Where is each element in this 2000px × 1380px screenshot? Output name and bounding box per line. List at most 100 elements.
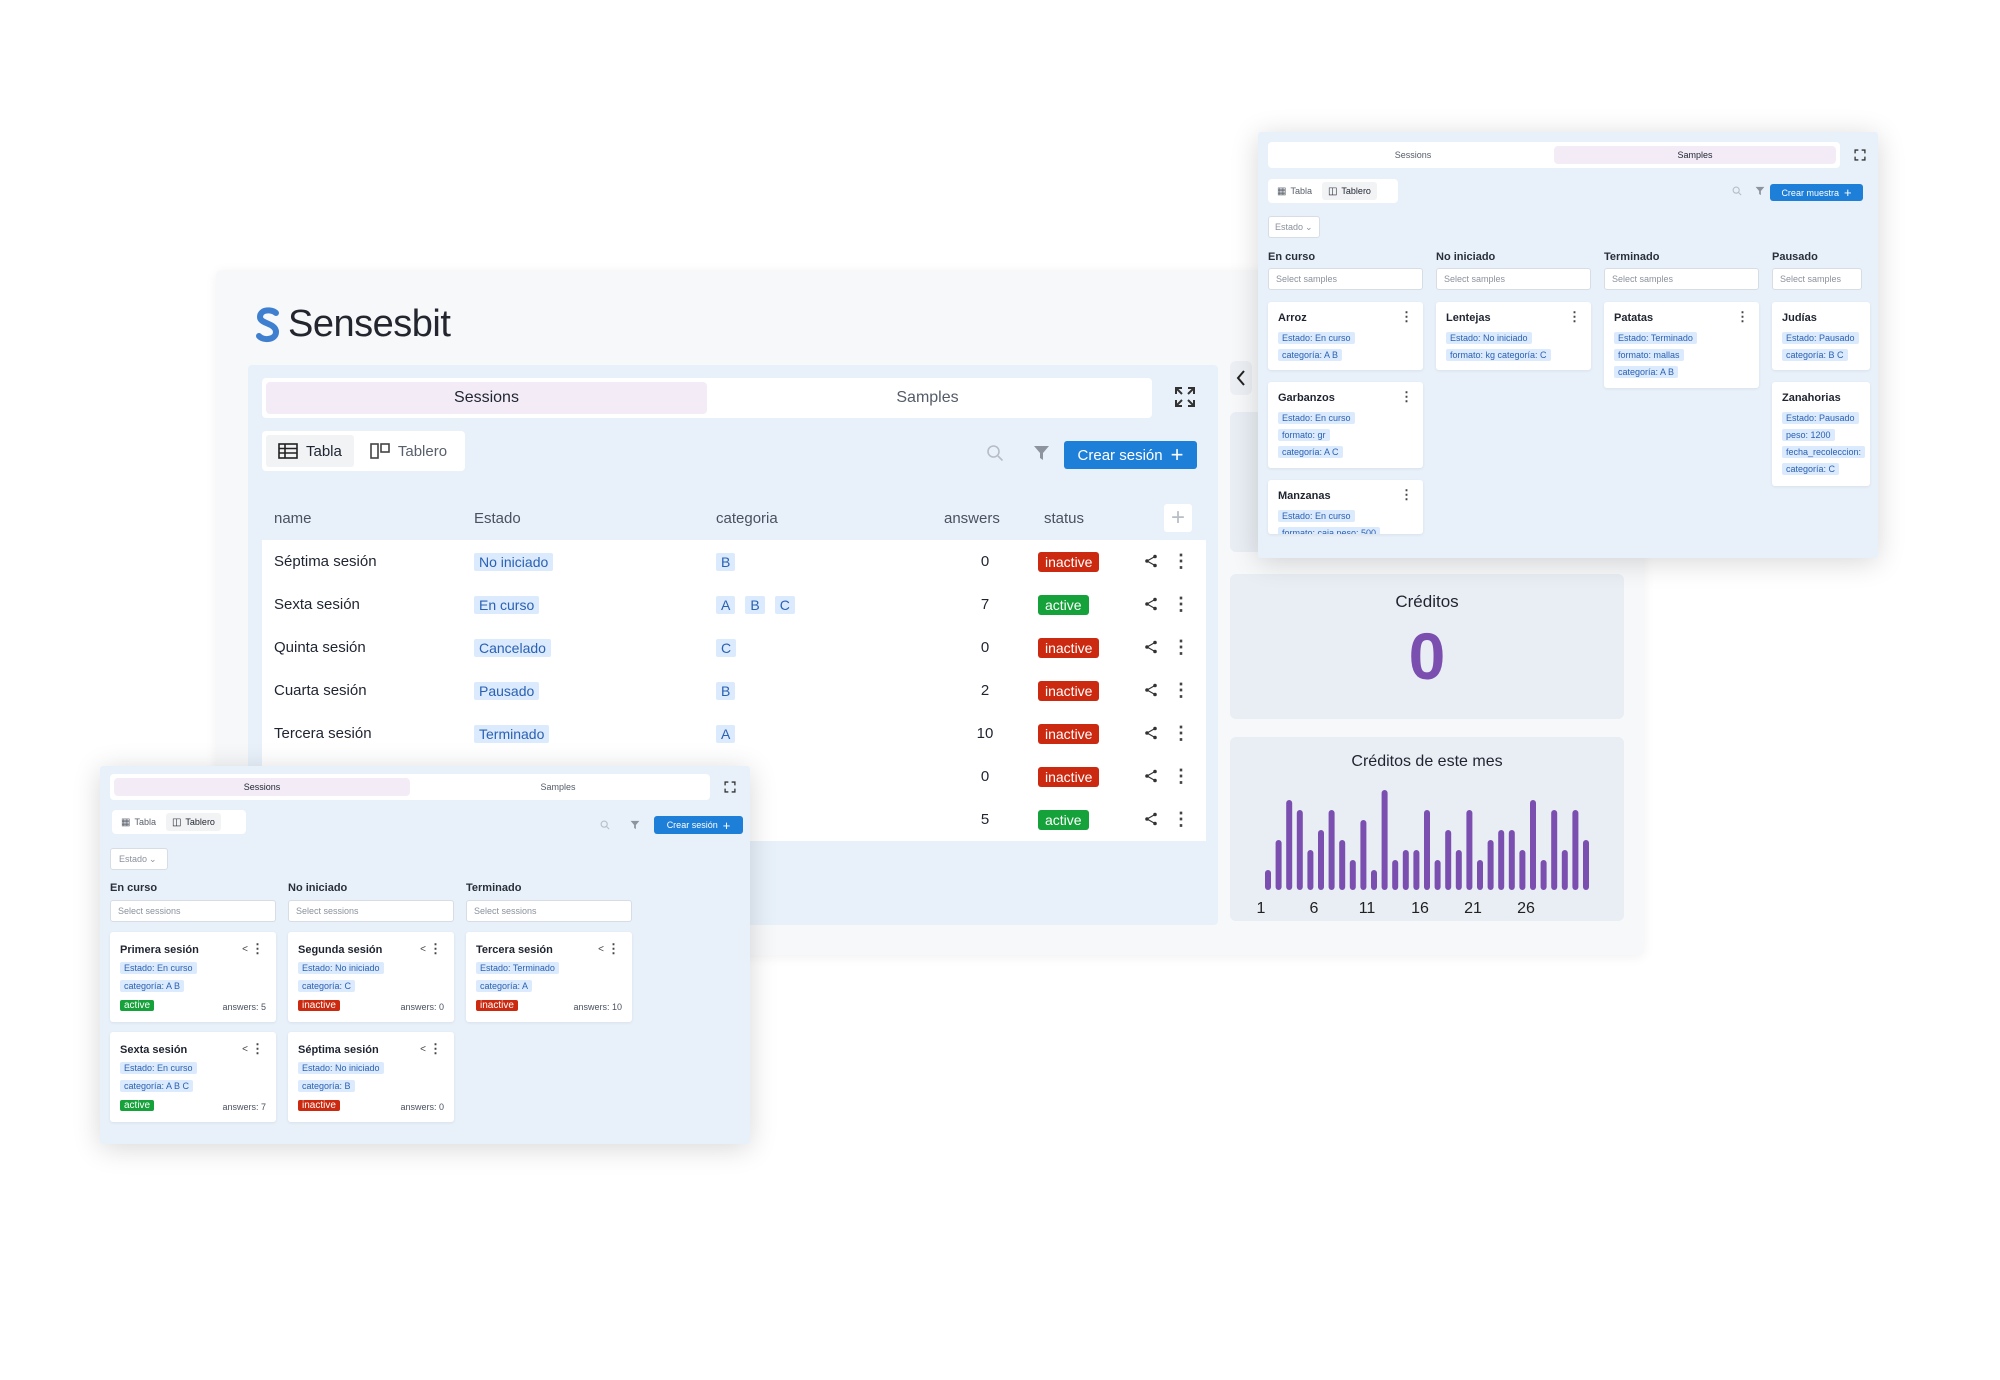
more-options-icon[interactable]: ⋮ [1172,637,1190,658]
row-name[interactable]: Sexta sesión [262,583,462,626]
sw-column-select[interactable]: Select samples [1268,268,1423,290]
column-header-status[interactable]: status [1026,496,1136,540]
sw-expand-icon[interactable] [1854,149,1866,161]
row-name[interactable]: Séptima sesión [262,540,462,583]
session-card[interactable]: Primera sesión < ⋮ Estado: En curso categorí… [110,932,276,1022]
table-row[interactable]: Sexta sesión En curso A B C 7 active ⋮ [262,583,1206,626]
row-name[interactable]: Cuarta sesión [262,669,462,712]
more-options-icon[interactable]: ⋮ [607,941,620,957]
more-options-icon[interactable]: ⋮ [1400,487,1413,503]
brand-name: Sensesbit [288,303,451,345]
column-header-estado[interactable]: Estado [462,496,704,540]
sample-card[interactable]: Garbanzos ⋮ Estado: En curso formato: gr cat… [1268,382,1423,468]
session-tag: Estado: No iniciado [298,1062,384,1074]
column-header-name[interactable]: name [262,496,462,540]
more-options-icon[interactable]: ⋮ [251,1041,264,1057]
sw-tab-samples[interactable]: Samples [1554,146,1836,164]
sw-view-tablero[interactable]: ◫ Tablero [1321,182,1377,200]
bw-column-select[interactable]: Select sessions [110,900,276,922]
row-categoria-cell: A [704,712,944,755]
bw-estado-filter[interactable]: Estado ⌄ [110,848,168,870]
column-header-categoria[interactable]: categoria [704,496,944,540]
share-icon[interactable]: < [420,944,426,955]
sw-column-select[interactable]: Select samples [1772,268,1862,290]
more-options-icon[interactable]: ⋮ [1736,309,1749,325]
sw-filter-icon[interactable] [1755,186,1765,196]
more-options-icon[interactable]: ⋮ [1172,680,1190,701]
share-icon[interactable] [1144,769,1158,783]
bw-search-icon[interactable] [600,820,610,830]
sw-search-icon[interactable] [1732,186,1742,196]
sw-column-select[interactable]: Select samples [1436,268,1591,290]
sw-view-tabla[interactable]: ▦ Tabla [1271,182,1318,200]
table-row[interactable]: Cuarta sesión Pausado B 2 inactive ⋮ [262,669,1206,712]
share-icon[interactable] [1144,597,1158,611]
share-icon[interactable] [1144,554,1158,568]
sample-card[interactable]: Lentejas ⋮ Estado: No iniciado formato: kg … [1436,302,1591,370]
more-options-icon[interactable]: ⋮ [1172,766,1190,787]
sw-column-select[interactable]: Select samples [1604,268,1759,290]
more-options-icon[interactable]: ⋮ [429,1041,442,1057]
more-options-icon[interactable]: ⋮ [1172,551,1190,572]
bw-tab-samples[interactable]: Samples [410,778,706,796]
sample-card-title: Zanahorias [1782,392,1841,404]
bw-tab-sessions[interactable]: Sessions [114,778,410,796]
more-options-icon[interactable]: ⋮ [1172,723,1190,744]
bw-view-tabla[interactable]: ▦ Tabla [115,813,162,831]
more-options-icon[interactable]: ⋮ [1172,809,1190,830]
bw-column-select[interactable]: Select sessions [288,900,454,922]
session-answers: answers: 0 [400,1002,444,1012]
more-options-icon[interactable]: ⋮ [251,941,264,957]
row-actions: ⋮ [1136,712,1206,755]
more-options-icon[interactable]: ⋮ [429,941,442,957]
sample-card[interactable]: Zanahorias Estado: Pausado peso: 1200 fecha… [1772,382,1870,486]
share-icon[interactable]: < [420,1044,426,1055]
share-icon[interactable] [1144,683,1158,697]
create-session-button[interactable]: Crear sesión + [1064,441,1197,469]
bw-create-session-button[interactable]: Crear sesión + [654,816,743,834]
row-name[interactable]: Quinta sesión [262,626,462,669]
table-row[interactable]: Quinta sesión Cancelado C 0 inactive ⋮ [262,626,1206,669]
sample-card[interactable]: Judías Estado: Pausado categoría: B C [1772,302,1870,370]
session-card[interactable]: Séptima sesión < ⋮ Estado: No iniciado categ… [288,1032,454,1122]
view-tablero-button[interactable]: Tablero [358,435,459,467]
share-icon[interactable] [1144,726,1158,740]
more-options-icon[interactable]: ⋮ [1172,594,1190,615]
more-options-icon[interactable]: ⋮ [1400,389,1413,405]
sample-card[interactable]: Arroz ⋮ Estado: En curso categoría: A B [1268,302,1423,370]
sw-estado-filter[interactable]: Estado ⌄ [1268,216,1320,238]
bw-expand-icon[interactable] [724,781,736,793]
bw-column-select[interactable]: Select sessions [466,900,632,922]
categoria-chip: B [745,595,765,614]
sample-card[interactable]: Patatas ⋮ Estado: Terminado formato: mallas… [1604,302,1759,388]
tab-samples[interactable]: Samples [707,382,1148,414]
view-tabla-button[interactable]: Tabla [266,435,354,467]
share-icon[interactable] [1144,640,1158,654]
share-icon[interactable]: < [598,944,604,955]
session-card[interactable]: Segunda sesión < ⋮ Estado: No iniciado categ… [288,932,454,1022]
table-row[interactable]: Tercera sesión Terminado A 10 inactive ⋮ [262,712,1206,755]
column-header-answers[interactable]: answers [944,496,1026,540]
categoria-chip: B [716,681,736,700]
create-sample-button[interactable]: Crear muestra + [1770,184,1863,201]
sample-card[interactable]: Manzanas ⋮ Estado: En curso formato: caja p… [1268,480,1423,534]
share-icon[interactable] [1144,812,1158,826]
search-icon[interactable] [986,444,1004,462]
bw-filter-icon[interactable] [630,820,640,830]
session-card[interactable]: Tercera sesión < ⋮ Estado: Terminado categor… [466,932,632,1022]
expand-icon[interactable] [1174,386,1196,408]
tab-sessions[interactable]: Sessions [266,382,707,414]
add-column-button[interactable]: + [1164,504,1192,532]
more-options-icon[interactable]: ⋮ [1568,309,1581,325]
share-icon[interactable]: < [242,944,248,955]
session-card[interactable]: Sexta sesión < ⋮ Estado: En curso categoría:… [110,1032,276,1122]
filter-icon[interactable] [1033,445,1050,461]
more-options-icon[interactable]: ⋮ [1400,309,1413,325]
row-name[interactable]: Tercera sesión [262,712,462,755]
sample-tag: peso: 1200 [1782,429,1835,441]
collapse-sidebar-button[interactable] [1230,361,1252,395]
table-row[interactable]: Séptima sesión No iniciado B 0 inactive ⋮ [262,540,1206,583]
share-icon[interactable]: < [242,1044,248,1055]
bw-view-tablero[interactable]: ◫ Tablero [165,813,221,831]
sw-tab-sessions[interactable]: Sessions [1272,146,1554,164]
